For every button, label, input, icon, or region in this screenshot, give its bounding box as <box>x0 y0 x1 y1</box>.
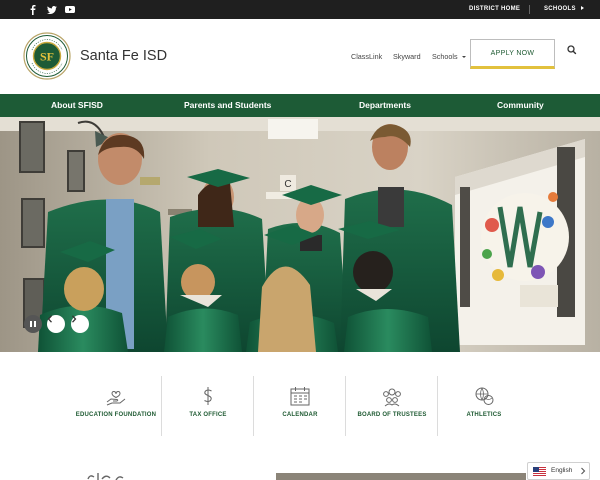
apply-now-button[interactable]: APPLY NOW <box>470 39 555 69</box>
hand-heart-icon <box>106 391 126 406</box>
site-name[interactable]: Santa Fe ISD <box>80 47 167 65</box>
quicklink-label: ATHLETICS <box>466 412 502 418</box>
topbar-divider <box>529 5 530 14</box>
calendar-icon <box>290 387 310 406</box>
nav-about[interactable]: About SFISD <box>51 94 103 117</box>
nav-community[interactable]: Community <box>497 94 544 117</box>
district-home-link[interactable]: DISTRICT HOME <box>469 0 520 19</box>
search-icon[interactable] <box>566 43 578 55</box>
facebook-icon[interactable] <box>26 3 40 16</box>
top-utility-bar: DISTRICT HOME SCHOOLS <box>0 0 600 19</box>
schools-label: SCHOOLS <box>544 6 576 12</box>
svg-text:SF: SF <box>40 50 54 64</box>
quicklink-education-foundation[interactable]: EDUCATION FOUNDATION <box>70 376 162 436</box>
skyward-link[interactable]: Skyward <box>393 52 421 62</box>
quicklink-label: TAX OFFICE <box>189 412 227 418</box>
nav-parents-students[interactable]: Parents and Students <box>184 94 271 117</box>
main-navigation: About SFISD Parents and Students Departm… <box>0 94 600 117</box>
previous-slide-button[interactable] <box>47 315 65 333</box>
dollar-icon <box>204 387 212 405</box>
quicklink-tax-office[interactable]: TAX OFFICE <box>162 376 254 436</box>
chevron-right-icon <box>72 315 77 323</box>
section-heading-partial <box>86 472 136 480</box>
quicklink-label: BOARD OF TRUSTEES <box>357 412 427 418</box>
nav-departments[interactable]: Departments <box>359 94 411 117</box>
hero-slideshow: C <box>0 117 600 352</box>
site-header: SF Santa Fe ISD ClassLink Skyward School… <box>0 19 600 94</box>
next-slide-button[interactable] <box>71 315 89 333</box>
quicklink-label: EDUCATION FOUNDATION <box>75 412 157 418</box>
language-selector[interactable]: English <box>527 462 590 480</box>
schools-menu[interactable]: Schools <box>432 52 466 62</box>
district-logo[interactable]: SF <box>23 32 71 80</box>
pause-button[interactable] <box>24 315 42 333</box>
quicklink-calendar[interactable]: CALENDAR <box>254 376 346 436</box>
people-group-icon <box>383 388 401 407</box>
featured-image-partial <box>276 473 526 480</box>
classlink-link[interactable]: ClassLink <box>351 52 382 62</box>
language-label: English <box>551 467 573 474</box>
us-flag-icon <box>533 467 546 476</box>
chevron-right-icon <box>581 467 586 475</box>
schools-dropdown[interactable]: SCHOOLS <box>544 0 584 19</box>
hero-photo: C <box>0 117 600 352</box>
quicklink-athletics[interactable]: ATHLETICS <box>438 376 530 436</box>
twitter-icon[interactable] <box>45 3 59 16</box>
youtube-icon[interactable] <box>63 3 77 16</box>
chevron-left-icon <box>47 315 52 323</box>
svg-text:C: C <box>284 179 291 190</box>
quicklink-board-of-trustees[interactable]: BOARD OF TRUSTEES <box>346 376 438 436</box>
schools-menu-label: Schools <box>432 52 458 61</box>
pause-icon <box>30 321 36 327</box>
quicklink-label: CALENDAR <box>282 412 318 418</box>
quick-links: EDUCATION FOUNDATION TAX OFFICE CALENDAR <box>70 376 530 436</box>
balls-icon <box>475 387 494 405</box>
caret-down-icon <box>461 56 466 59</box>
caret-right-icon <box>580 6 584 11</box>
